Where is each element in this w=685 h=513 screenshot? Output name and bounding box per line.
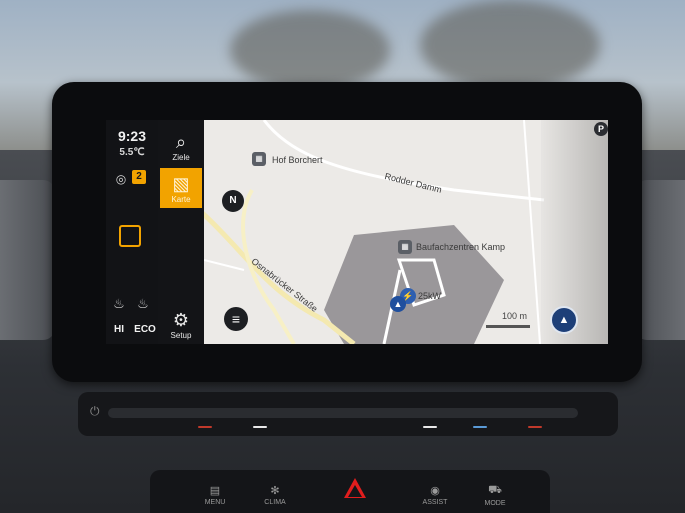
menu-button[interactable]: ▤ MENU bbox=[190, 484, 240, 506]
scale-bar bbox=[486, 325, 530, 328]
indicator-light bbox=[473, 426, 487, 428]
nav-item-label: Setup bbox=[170, 331, 192, 340]
lane-assist-icon[interactable]: ◎ bbox=[114, 172, 128, 186]
seat-heat-right-icon[interactable]: ♨ bbox=[134, 296, 152, 314]
air-vent-right bbox=[635, 180, 685, 340]
compass-button[interactable]: N bbox=[222, 190, 244, 212]
nav-item-ziele[interactable]: ⌕ Ziele bbox=[160, 126, 202, 166]
building-icon[interactable]: ▦ bbox=[252, 152, 266, 166]
indicator-light bbox=[423, 426, 437, 428]
map-label-poi: Hof Borchert bbox=[272, 155, 323, 165]
bottom-button-panel: ▤ MENU ✻ CLIMA ◉ ASSIST ⛟ MODE bbox=[150, 470, 550, 513]
air-vent-left bbox=[0, 180, 55, 340]
menu-icon: ▤ bbox=[209, 485, 221, 497]
status-column: 9:23 5.5℃ ◎ 2 ♨ ♨ HI ECO bbox=[106, 120, 158, 344]
indicator-light bbox=[253, 426, 267, 428]
seat-heat-left-icon[interactable]: ♨ bbox=[110, 296, 128, 314]
charging-power-label: 25kW bbox=[418, 291, 442, 301]
button-label: MODE bbox=[484, 500, 506, 507]
nav-item-label: Karte bbox=[171, 195, 191, 204]
map-menu-button[interactable]: ≡ bbox=[224, 307, 248, 331]
assist-icon: ◉ bbox=[430, 485, 440, 497]
vehicle-position-icon: ▲ bbox=[390, 296, 406, 312]
outside-temperature: 5.5℃ bbox=[119, 147, 145, 158]
road bbox=[204, 259, 245, 271]
indicator-light bbox=[528, 426, 542, 428]
seat-heat-right-label[interactable]: ECO bbox=[133, 324, 157, 335]
gear-icon: ⚙ bbox=[172, 310, 190, 330]
clock: 9:23 bbox=[117, 128, 147, 144]
store-icon[interactable]: ▦ bbox=[398, 240, 412, 254]
parking-icon[interactable]: P bbox=[594, 122, 608, 136]
button-label: MENU bbox=[204, 499, 226, 506]
button-label: CLIMA bbox=[264, 499, 286, 506]
climate-slider[interactable] bbox=[108, 408, 578, 418]
button-label: ASSIST bbox=[422, 499, 448, 506]
infotainment-screen: 9:23 5.5℃ ◎ 2 ♨ ♨ HI ECO ⌕ Ziele ▧ Karte… bbox=[106, 120, 608, 344]
clima-button[interactable]: ✻ CLIMA bbox=[250, 484, 300, 506]
main-nav: ⌕ Ziele ▧ Karte ⚙ Setup bbox=[158, 120, 204, 344]
assist-button[interactable]: ◉ ASSIST bbox=[410, 484, 460, 506]
nav-item-karte[interactable]: ▧ Karte bbox=[160, 168, 202, 208]
nav-item-setup[interactable]: ⚙ Setup bbox=[160, 304, 202, 344]
recenter-button[interactable]: ▲ bbox=[550, 306, 578, 334]
climate-control-strip: ⏻ bbox=[78, 392, 618, 436]
power-icon[interactable]: ⏻ bbox=[90, 404, 100, 419]
search-icon: ⌕ bbox=[175, 132, 187, 152]
hazard-icon-inner bbox=[348, 485, 362, 497]
tree-blur bbox=[420, 0, 600, 90]
seat-heat-left-label[interactable]: HI bbox=[107, 324, 131, 335]
square-outline-icon[interactable] bbox=[119, 225, 141, 247]
map-label-poi: Baufachzentren Kamp bbox=[416, 242, 506, 252]
indicator-light bbox=[198, 426, 212, 428]
status-badge[interactable]: 2 bbox=[132, 170, 146, 184]
fan-icon: ✻ bbox=[270, 485, 280, 497]
nav-item-label: Ziele bbox=[172, 153, 190, 162]
scale-label: 100 m bbox=[502, 311, 528, 321]
car-icon: ⛟ bbox=[488, 484, 502, 496]
map-icon: ▧ bbox=[172, 174, 190, 194]
tree-blur bbox=[230, 10, 390, 90]
navigation-map[interactable]: ▦ Hof Borchert Rodder Damm ▦ Baufachzent… bbox=[204, 120, 608, 344]
mode-button[interactable]: ⛟ MODE bbox=[470, 484, 520, 507]
